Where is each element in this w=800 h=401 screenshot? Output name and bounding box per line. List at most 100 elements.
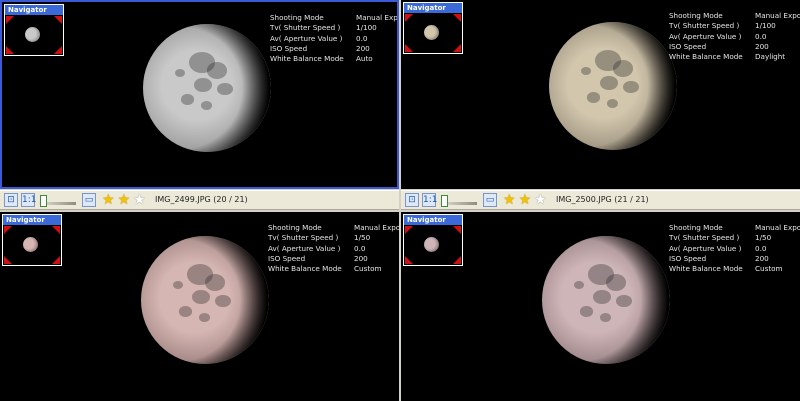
exif-value-av: 0.0: [755, 31, 767, 41]
navigator-title: Navigator: [5, 5, 63, 15]
image-pane-2[interactable]: NavigatorShooting ModeManual ExposureTv(…: [401, 0, 800, 189]
navigator-moon-thumbnail: [25, 27, 40, 42]
exif-label-av: Av( Aperture Value ): [669, 31, 742, 41]
actual-size-icon[interactable]: 1:1: [422, 193, 437, 207]
navigator-corner-marker: [54, 46, 62, 54]
navigator-corner-marker: [453, 226, 461, 234]
exif-row-tv: Tv( Shutter Speed ) 1/100: [669, 21, 800, 31]
navigator-corner-marker: [405, 44, 413, 52]
exif-row-av: Av( Aperture Value ) 0.0: [270, 34, 397, 44]
exif-value-tv: 1/100: [356, 23, 377, 33]
exif-value-wb: Daylight: [755, 52, 786, 62]
navigator-corner-marker: [6, 46, 14, 54]
navigator-preview[interactable]: [3, 225, 61, 265]
exif-label-tv: Tv( Shutter Speed ): [669, 233, 740, 243]
exif-value-mode: Manual Exposure: [755, 11, 800, 20]
thumbnail-view-icon[interactable]: ▭: [483, 193, 497, 207]
navigator-corner-marker: [453, 256, 461, 264]
exif-value-wb: Custom: [755, 264, 783, 274]
exif-info-overlay: Shooting ModeManual ExposureTv( Shutter …: [669, 11, 800, 62]
navigator-title: Navigator: [3, 215, 61, 225]
navigator-preview[interactable]: [404, 225, 462, 265]
navigator-corner-marker: [4, 226, 12, 234]
exif-value-tv: 1/100: [755, 21, 776, 31]
exif-row-wb: White Balance Mode Auto: [270, 54, 397, 64]
image-pane-3[interactable]: Navigator Shooting ModeManual ExposureTv(…: [0, 212, 399, 401]
star-icon[interactable]: ★: [102, 193, 115, 207]
rating-stars[interactable]: ★ ★ ★: [503, 193, 547, 207]
exif-label-wb: White Balance Mode: [270, 54, 344, 64]
zoom-slider[interactable]: [38, 195, 76, 207]
navigator-corner-marker: [6, 16, 14, 24]
exif-row-tv: Tv( Shutter Speed ) 1/50: [268, 233, 399, 243]
navigator-corner-marker: [453, 44, 461, 52]
exif-label-tv: Tv( Shutter Speed ): [268, 233, 339, 243]
navigator-panel[interactable]: Navigator: [403, 214, 463, 266]
navigator-corner-marker: [52, 256, 60, 264]
image-toolbar-left: ⊡ 1:1 ▭ ★ ★ ★ IMG_2499.JPG (20 / 21): [0, 190, 399, 210]
navigator-panel[interactable]: Navigator: [403, 2, 463, 54]
exif-row-wb: White Balance Mode Custom: [669, 264, 800, 274]
exif-value-wb: Auto: [356, 54, 373, 64]
navigator-moon-thumbnail: [424, 25, 439, 40]
navigator-corner-marker: [405, 226, 413, 234]
thumbnail-view-icon[interactable]: ▭: [82, 193, 96, 207]
exif-value-mode: Manual Exposure: [356, 13, 398, 22]
exif-value-mode: Manual Exposure: [354, 223, 399, 232]
exif-value-iso: 200: [354, 253, 368, 263]
moon-image: [549, 22, 677, 150]
fit-to-window-icon[interactable]: ⊡: [405, 193, 419, 207]
exif-row-wb: White Balance Mode Daylight: [669, 52, 800, 62]
exif-label-mode: Shooting Mode: [669, 11, 723, 20]
exif-row-mode: Shooting Mode Manual Exposure: [669, 223, 800, 233]
image-toolbar-right: ⊡ 1:1 ▭ ★ ★ ★ IMG_2500.JPG (21 / 21): [401, 190, 800, 210]
exif-label-wb: White Balance Mode: [669, 52, 743, 62]
exif-label-av: Av( Aperture Value ): [669, 243, 742, 253]
navigator-corner-marker: [4, 256, 12, 264]
fit-to-window-icon[interactable]: ⊡: [4, 193, 18, 207]
exif-value-av: 0.0: [755, 243, 767, 253]
zoom-slider[interactable]: [439, 195, 477, 207]
star-icon[interactable]: ★: [503, 193, 516, 207]
navigator-preview[interactable]: [404, 13, 462, 53]
moon-image: [542, 236, 670, 364]
actual-size-icon[interactable]: 1:1: [21, 193, 36, 207]
exif-label-iso: ISO Speed: [669, 41, 707, 51]
exif-label-tv: Tv( Shutter Speed ): [669, 21, 740, 31]
star-icon[interactable]: ★: [519, 193, 532, 207]
exif-row-iso: ISO Speed 200: [268, 254, 399, 264]
image-pane-4[interactable]: Navigator Shooting ModeManual ExposureTv(…: [401, 212, 800, 401]
zoom-slider-thumb[interactable]: [441, 195, 448, 207]
exif-row-av: Av( Aperture Value ) 0.0: [669, 32, 800, 42]
navigator-panel[interactable]: Navigator: [4, 4, 64, 56]
exif-value-wb: Custom: [354, 264, 382, 274]
exif-row-iso: ISO Speed 200: [669, 254, 800, 264]
exif-row-av: Av( Aperture Value ) 0.0: [268, 244, 399, 254]
navigator-preview[interactable]: [5, 15, 63, 55]
exif-row-wb: White Balance Mode Custom: [268, 264, 399, 274]
star-icon[interactable]: ★: [118, 193, 131, 207]
star-icon[interactable]: ★: [133, 193, 146, 207]
navigator-corner-marker: [405, 256, 413, 264]
exif-row-av: Av( Aperture Value ) 0.0: [669, 244, 800, 254]
exif-label-av: Av( Aperture Value ): [268, 243, 341, 253]
moon-image: [141, 236, 269, 364]
moon-terminator-shadow: [141, 236, 269, 364]
image-pane-1[interactable]: Navigator Shooting ModeManual ExposureTv(…: [0, 0, 399, 189]
exif-row-iso: ISO Speed 200: [669, 42, 800, 52]
exif-value-iso: 200: [755, 41, 769, 51]
exif-value-iso: 200: [356, 43, 370, 53]
exif-info-overlay: Shooting ModeManual ExposureTv( Shutter …: [270, 13, 398, 64]
zoom-slider-thumb[interactable]: [40, 195, 47, 207]
exif-info-overlay: Shooting ModeManual ExposureTv( Shutter …: [669, 223, 800, 274]
exif-label-wb: White Balance Mode: [669, 264, 743, 274]
exif-value-mode: Manual Exposure: [755, 223, 800, 232]
rating-stars[interactable]: ★ ★ ★: [102, 193, 146, 207]
navigator-moon-thumbnail: [424, 237, 439, 252]
exif-value-tv: 1/50: [755, 233, 772, 243]
navigator-corner-marker: [405, 14, 413, 22]
exif-row-mode: Shooting Mode Manual Exposure: [268, 223, 399, 233]
navigator-panel[interactable]: Navigator: [2, 214, 62, 266]
star-icon[interactable]: ★: [534, 193, 547, 207]
navigator-title: Navigator: [404, 215, 462, 225]
